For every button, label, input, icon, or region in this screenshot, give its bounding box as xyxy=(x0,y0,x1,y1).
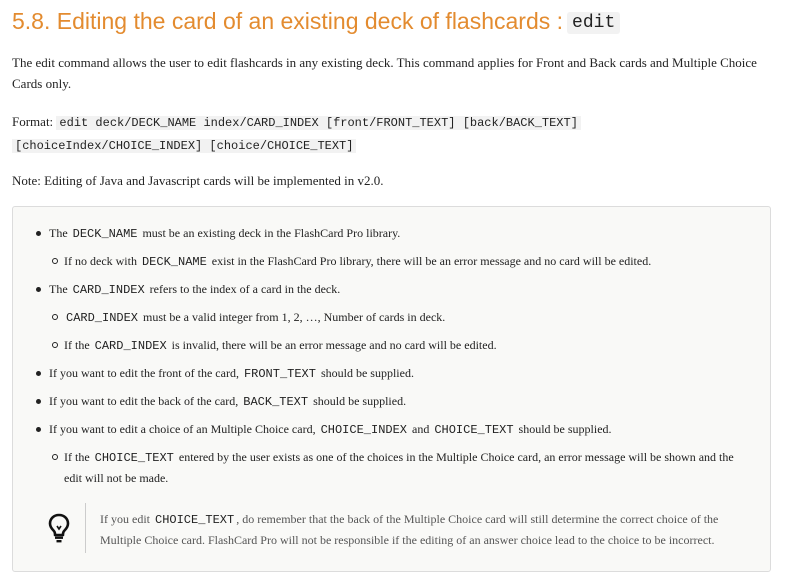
item-text: edit will not be made. xyxy=(64,471,169,485)
list-item: If you want to edit the front of the car… xyxy=(49,363,414,384)
item-text: If no deck with xyxy=(64,254,137,268)
item-text: If you want to edit the front of the car… xyxy=(49,366,239,380)
format-label: Format: xyxy=(12,114,54,129)
item-text: The xyxy=(49,226,68,240)
sub-bullet-circle xyxy=(52,258,58,264)
tip-text-part: Multiple Choice card. FlashCard Pro will… xyxy=(100,533,715,547)
tip-divider xyxy=(85,503,86,553)
tip-text-part: , do remember that the back of the Multi… xyxy=(236,512,719,526)
sub-bullet-circle xyxy=(52,342,58,348)
item-code: CARD_INDEX xyxy=(66,311,139,325)
item-code: CARD_INDEX xyxy=(72,283,145,297)
format-code-line1: edit deck/DECK_NAME index/CARD_INDEX [fr… xyxy=(56,116,581,130)
item-text: must be an existing deck in the FlashCar… xyxy=(142,226,401,240)
item-code: CHOICE_TEXT xyxy=(94,451,174,465)
item-code: BACK_TEXT xyxy=(243,395,309,409)
lightbulb-icon xyxy=(48,513,70,543)
intro-paragraph: The edit command allows the user to edit… xyxy=(12,55,757,91)
item-code: DECK_NAME xyxy=(141,255,207,269)
sub-list-item: If no deck with DECK_NAME exist in the F… xyxy=(64,251,651,272)
tip-code: CHOICE_TEXT xyxy=(155,513,235,527)
tip-text-part: If you edit xyxy=(100,512,150,526)
bullet-dot xyxy=(36,231,41,236)
details-box: The DECK_NAME must be an existing deck i… xyxy=(12,206,771,572)
list-item: If you want to edit the back of the card… xyxy=(49,391,406,412)
item-text: The xyxy=(49,282,68,296)
item-text: is invalid, there will be an error messa… xyxy=(171,338,497,352)
item-text: If you want to edit the back of the card… xyxy=(49,394,239,408)
bullet-dot xyxy=(36,427,41,432)
note-paragraph: Note: Editing of Java and Javascript car… xyxy=(12,173,384,188)
item-text: refers to the index of a card in the dec… xyxy=(149,282,341,296)
sub-list-item: If the CHOICE_TEXT entered by the user e… xyxy=(64,447,754,488)
item-text: If the xyxy=(64,450,90,464)
list-item: If you want to edit a choice of an Multi… xyxy=(49,419,612,440)
item-code: CHOICE_TEXT xyxy=(434,423,514,437)
command-code: edit xyxy=(567,12,621,34)
section-heading: 5.8. Editing the card of an existing dec… xyxy=(12,8,621,35)
sub-bullet-circle xyxy=(52,454,58,460)
item-code: CHOICE_INDEX xyxy=(320,423,407,437)
item-text: should be supplied. xyxy=(313,394,407,408)
section-heading-text: 5.8. Editing the card of an existing dec… xyxy=(12,8,564,34)
tip-text: If you edit CHOICE_TEXT, do remember tha… xyxy=(100,509,755,550)
item-text: should be supplied. xyxy=(518,422,612,436)
item-text: must be a valid integer from 1, 2, …, Nu… xyxy=(143,310,446,324)
item-code: CARD_INDEX xyxy=(94,339,167,353)
bullet-dot xyxy=(36,399,41,404)
item-text: If you want to edit a choice of an Multi… xyxy=(49,422,316,436)
item-code: DECK_NAME xyxy=(72,227,138,241)
bullet-dot xyxy=(36,371,41,376)
item-text: entered by the user exists as one of the… xyxy=(178,450,734,464)
list-item: The DECK_NAME must be an existing deck i… xyxy=(49,223,400,244)
format-paragraph: Format: edit deck/DECK_NAME index/CARD_I… xyxy=(12,111,772,157)
item-text: and xyxy=(412,422,430,436)
item-text: If the xyxy=(64,338,90,352)
sub-list-item: If the CARD_INDEX is invalid, there will… xyxy=(64,335,497,356)
bullet-dot xyxy=(36,287,41,292)
item-text: exist in the FlashCard Pro library, ther… xyxy=(211,254,652,268)
sub-bullet-circle xyxy=(52,314,58,320)
item-text: should be supplied. xyxy=(320,366,414,380)
sub-list-item: CARD_INDEX must be a valid integer from … xyxy=(64,307,445,328)
item-code: FRONT_TEXT xyxy=(243,367,316,381)
format-code-line2: [choiceIndex/CHOICE_INDEX] [choice/CHOIC… xyxy=(12,139,357,153)
list-item: The CARD_INDEX refers to the index of a … xyxy=(49,279,340,300)
